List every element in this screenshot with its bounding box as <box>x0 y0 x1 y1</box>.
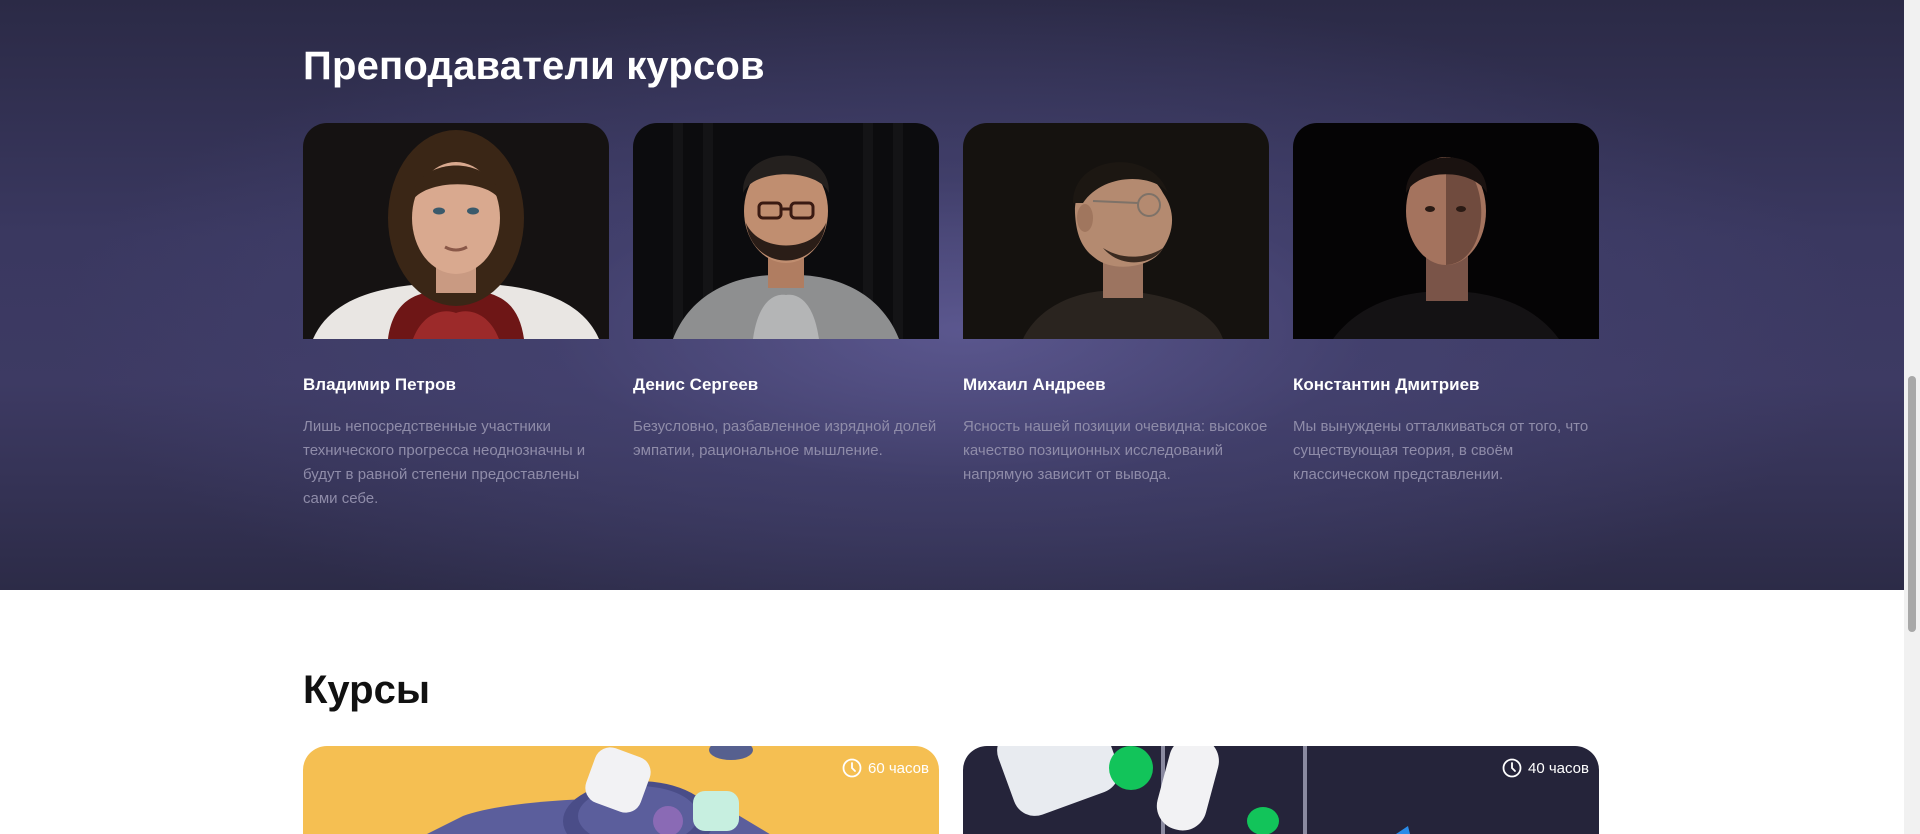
teacher-photo <box>963 123 1269 339</box>
course-duration: 60 часов <box>842 758 929 778</box>
teacher-name: Михаил Андреев <box>963 375 1106 394</box>
teacher-description: Ясность нашей позиции очевидна: высокое … <box>963 418 1268 483</box>
teachers-section: Преподаватели курсов Владимир Петров Лиш… <box>0 0 1904 590</box>
teacher-description: Мы вынуждены отталкиваться от того, что … <box>1293 418 1589 483</box>
course-duration-label: 40 часов <box>1528 759 1589 777</box>
course-duration-label: 60 часов <box>868 759 929 777</box>
scrollbar[interactable] <box>1904 0 1920 834</box>
teacher-name: Денис Сергеев <box>633 375 759 394</box>
teacher-photo <box>633 123 939 339</box>
teacher-card: Михаил Андреев Ясность нашей позиции оче… <box>963 123 1269 483</box>
scrollbar-thumb[interactable] <box>1908 376 1916 632</box>
teacher-description: Лишь непосредственные участники техничес… <box>303 418 586 507</box>
teacher-card: Константин Дмитриев Мы вынуждены отталки… <box>1293 123 1599 483</box>
page: Преподаватели курсов Владимир Петров Лиш… <box>0 0 1920 834</box>
courses-section-title: Курсы <box>303 668 430 712</box>
teacher-name: Константин Дмитриев <box>1293 375 1480 394</box>
course-card[interactable]: 60 часов <box>303 746 939 834</box>
course-card[interactable]: 40 часов <box>963 746 1599 834</box>
teacher-card: Владимир Петров Лишь непосредственные уч… <box>303 123 609 507</box>
clock-icon <box>842 758 862 778</box>
teacher-photo <box>303 123 609 339</box>
course-duration: 40 часов <box>1502 758 1589 778</box>
teacher-name: Владимир Петров <box>303 375 456 394</box>
clock-icon <box>1502 758 1522 778</box>
teacher-photo <box>1293 123 1599 339</box>
teacher-card: Денис Сергеев Безусловно, разбавленное и… <box>633 123 939 459</box>
teachers-section-title: Преподаватели курсов <box>303 44 765 88</box>
teacher-description: Безусловно, разбавленное изрядной долей … <box>633 418 937 459</box>
